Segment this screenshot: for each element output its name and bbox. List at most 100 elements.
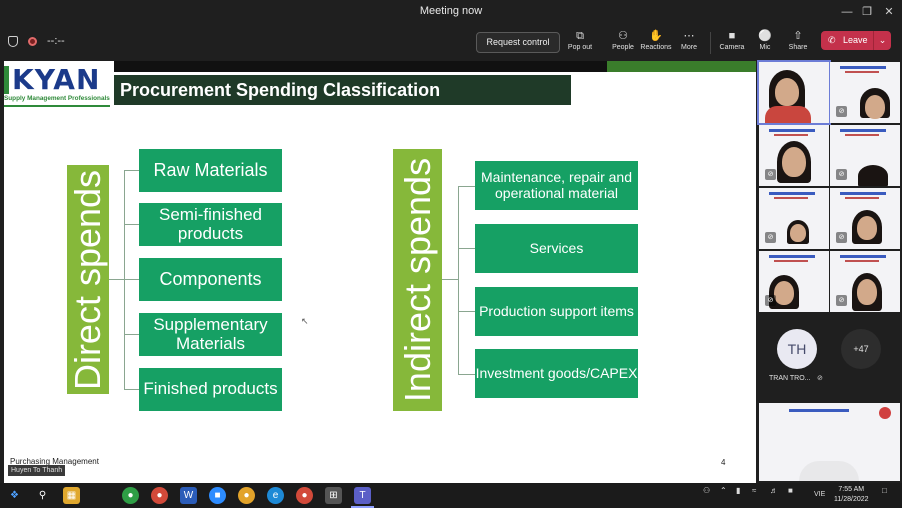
face <box>857 216 877 240</box>
language-indicator[interactable]: VIE <box>814 491 825 498</box>
participant-video-tile[interactable]: ⊘ <box>759 188 829 249</box>
mouse-cursor-icon: ↖ <box>301 316 309 326</box>
slide-subheader <box>845 71 879 73</box>
mic-off-icon: ⊘ <box>817 375 823 382</box>
chrome-icon[interactable]: ● <box>151 487 168 504</box>
pop-out-label: Pop out <box>567 44 593 51</box>
share-button[interactable]: ⇧ Share <box>779 29 817 57</box>
slide-header <box>769 192 815 195</box>
people-tray-icon[interactable]: ⚇ <box>703 486 710 495</box>
presenter-video-tile[interactable] <box>759 403 900 481</box>
indirect-item: Investment goods/CAPEX <box>475 349 638 398</box>
connector <box>124 334 139 335</box>
slide-header <box>840 255 886 258</box>
chevron-down-icon[interactable]: ⌄ <box>873 31 891 50</box>
pop-out-button[interactable]: ⧉ Pop out <box>561 29 599 57</box>
connector <box>458 186 459 374</box>
connector <box>442 279 458 280</box>
mic-off-icon: ⊘ <box>765 295 776 306</box>
phone-hangup-icon: ✆ <box>828 35 836 45</box>
teams-meeting-window: Meeting now — ❐ ✕ --:-- Request control … <box>0 0 902 508</box>
slide-header <box>840 129 886 132</box>
slide-header <box>840 192 886 195</box>
avatar[interactable]: TH <box>777 329 817 369</box>
more-icon: ⋯ <box>683 30 695 42</box>
restore-button[interactable]: ❐ <box>858 3 876 21</box>
more-button[interactable]: ⋯ More <box>670 29 708 57</box>
title-bar: Meeting now — ❐ ✕ <box>0 0 902 24</box>
request-control-button[interactable]: Request control <box>476 32 560 53</box>
notification-icon[interactable]: □ <box>882 486 887 495</box>
face <box>857 279 877 305</box>
indirect-item: Maintenance, repair and operational mate… <box>475 161 638 210</box>
minimize-button[interactable]: — <box>838 3 856 21</box>
zoom-icon[interactable]: ■ <box>209 487 226 504</box>
start-icon[interactable]: ❖ <box>6 487 23 504</box>
windows-taskbar: ❖ ⚲ ▦ ● ● W ■ ● e ● ⊞ T ⚇ ⌃ ▮ ≈ ♬ ■ VIE … <box>0 483 902 508</box>
slide-subheader <box>774 260 808 262</box>
slide-subheader <box>774 134 808 136</box>
participant-video-tile[interactable]: ⊘ <box>830 62 900 123</box>
slide-header <box>769 255 815 258</box>
participant-video-tile[interactable] <box>757 60 831 125</box>
volume-icon[interactable]: ♬ <box>770 486 778 495</box>
chevron-up-icon[interactable]: ⌃ <box>720 486 727 495</box>
clock[interactable]: 7:55 AM 11/28/2022 <box>834 485 869 505</box>
direct-spends-label: Direct spends <box>67 169 108 390</box>
direct-item: Finished products <box>139 368 282 411</box>
connector <box>458 248 475 249</box>
indirect-item: Production support items <box>475 287 638 336</box>
direct-spends-bar: Direct spends <box>67 165 109 394</box>
logo-text: KYAN <box>12 63 101 96</box>
more-participants-button[interactable]: +47 <box>841 329 881 369</box>
direct-item: Semi-finished products <box>139 203 282 246</box>
close-button[interactable]: ✕ <box>880 3 898 21</box>
leave-label: Leave <box>843 35 868 45</box>
calculator-icon[interactable]: ⊞ <box>325 487 342 504</box>
slide-subheader <box>845 197 879 199</box>
connector <box>124 389 139 390</box>
chrome-icon[interactable]: ● <box>296 487 313 504</box>
search-icon[interactable]: ⚲ <box>34 487 51 504</box>
participant-video-tile[interactable]: ⊘ <box>830 125 900 186</box>
mic-off-icon: ⊘ <box>836 295 847 306</box>
leave-button[interactable]: ✆ Leave ⌄ <box>821 31 891 50</box>
logo-tagline: Supply Management Professionals <box>4 95 110 102</box>
word-icon[interactable]: W <box>180 487 197 504</box>
connector <box>124 224 139 225</box>
chrome-icon[interactable]: ● <box>238 487 255 504</box>
slide-header <box>789 409 849 412</box>
direct-item: Supplementary Materials <box>139 313 282 356</box>
slide-subheader <box>845 260 879 262</box>
slide-top-accent <box>607 61 756 72</box>
mic-off-icon: ⊘ <box>765 232 776 243</box>
logo-rule <box>4 105 110 107</box>
share-label: Share <box>788 44 808 51</box>
edge-icon[interactable]: e <box>267 487 284 504</box>
participant-video-tile[interactable]: ⊘ <box>759 125 829 186</box>
battery-icon[interactable]: ▮ <box>736 486 740 495</box>
participant-video-tile[interactable]: ⊘ <box>830 188 900 249</box>
chrome-icon[interactable]: ● <box>122 487 139 504</box>
mic-off-icon: ⊘ <box>836 169 847 180</box>
more-label: More <box>681 44 697 51</box>
file-explorer-icon[interactable]: ▦ <box>63 487 80 504</box>
face <box>790 224 806 242</box>
connector <box>458 186 475 187</box>
camera-icon[interactable]: ■ <box>788 486 793 495</box>
meeting-status: --:-- <box>8 35 65 47</box>
participant-video-tile[interactable]: ⊘ <box>830 251 900 312</box>
shield-icon <box>8 35 18 47</box>
participant-name: TRAN TRO... <box>769 375 811 382</box>
wifi-icon[interactable]: ≈ <box>752 486 756 495</box>
participant-video-tile[interactable]: ⊘ <box>759 251 829 312</box>
slide-subheader <box>845 134 879 136</box>
indirect-item: Services <box>475 224 638 273</box>
connector <box>124 279 139 280</box>
connector <box>458 311 475 312</box>
pop-out-icon: ⧉ <box>576 30 584 42</box>
teams-icon[interactable]: T <box>354 487 371 504</box>
indirect-spends-label: Indirect spends <box>396 157 438 403</box>
direct-item: Components <box>139 258 282 301</box>
shirt <box>799 461 859 481</box>
